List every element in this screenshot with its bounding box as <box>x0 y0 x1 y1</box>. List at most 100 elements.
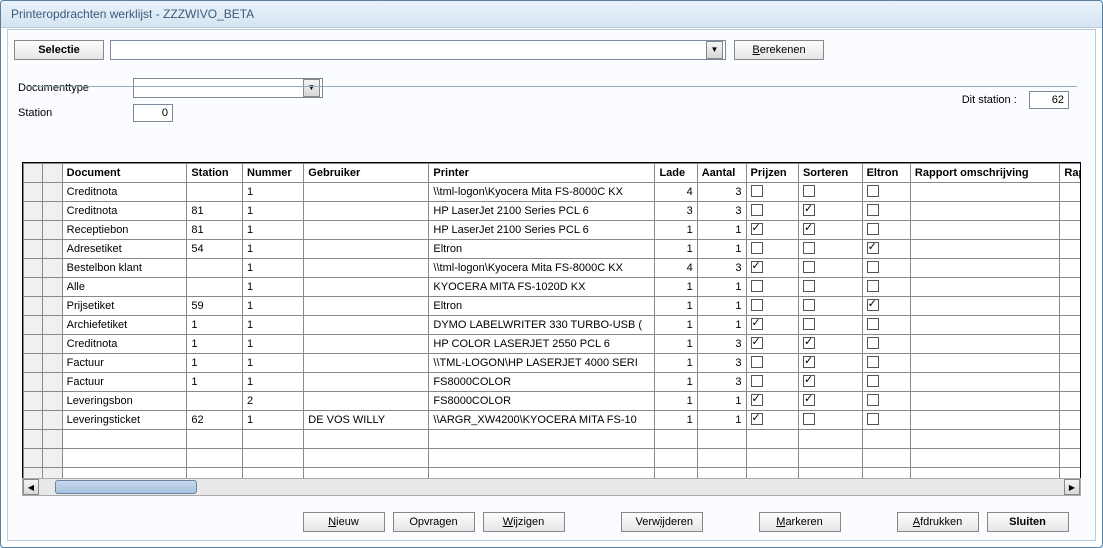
row-selector[interactable] <box>24 411 43 430</box>
cell-sorteren[interactable] <box>798 335 862 354</box>
table-row[interactable]: Prijsetiket591Eltron11 <box>24 297 1082 316</box>
checkbox[interactable] <box>867 356 879 368</box>
cell-aantal[interactable]: 3 <box>697 259 746 278</box>
station-input[interactable]: 0 <box>133 104 173 122</box>
cell-printer[interactable]: \\tml-logon\Kyocera Mita FS-8000C KX <box>429 259 655 278</box>
cell-gebruiker[interactable] <box>304 278 429 297</box>
scroll-right-icon[interactable]: ▶ <box>1064 479 1080 495</box>
cell-nummer[interactable]: 1 <box>243 354 304 373</box>
cell-printer[interactable]: \\ARGR_XW4200\KYOCERA MITA FS-10 <box>429 411 655 430</box>
checkbox[interactable] <box>803 299 815 311</box>
checkbox[interactable] <box>751 242 763 254</box>
row-selector[interactable] <box>43 354 62 373</box>
cell-aantal[interactable]: 1 <box>697 221 746 240</box>
cell-rapportna[interactable] <box>1060 373 1081 392</box>
cell-rapport[interactable] <box>910 411 1060 430</box>
cell-aantal[interactable]: 1 <box>697 278 746 297</box>
checkbox[interactable] <box>751 204 763 216</box>
checkbox[interactable] <box>751 413 763 425</box>
cell-rapport[interactable] <box>910 221 1060 240</box>
cell-prijzen[interactable] <box>746 202 798 221</box>
cell-nummer[interactable]: 1 <box>243 373 304 392</box>
checkbox[interactable] <box>867 223 879 235</box>
cell-eltron[interactable] <box>862 259 910 278</box>
cell-lade[interactable]: 1 <box>655 278 697 297</box>
cell-eltron[interactable] <box>862 316 910 335</box>
cell-prijzen[interactable] <box>746 392 798 411</box>
row-selector[interactable] <box>24 278 43 297</box>
checkbox[interactable] <box>867 261 879 273</box>
cell-lade[interactable]: 1 <box>655 240 697 259</box>
cell-rapportna[interactable] <box>1060 202 1081 221</box>
cell-gebruiker[interactable] <box>304 259 429 278</box>
cell-prijzen[interactable] <box>746 183 798 202</box>
cell-rapportna[interactable] <box>1060 392 1081 411</box>
cell-lade[interactable]: 1 <box>655 316 697 335</box>
cell-station[interactable]: 81 <box>187 221 243 240</box>
col-document[interactable]: Document <box>62 164 187 183</box>
table-row[interactable]: Factuur11FS8000COLOR13 <box>24 373 1082 392</box>
table-row[interactable]: Creditnota11HP COLOR LASERJET 2550 PCL 6… <box>24 335 1082 354</box>
cell-rapportna[interactable] <box>1060 278 1081 297</box>
cell-rapport[interactable] <box>910 335 1060 354</box>
checkbox[interactable] <box>803 337 815 349</box>
checkbox[interactable] <box>803 242 815 254</box>
cell-eltron[interactable] <box>862 278 910 297</box>
cell-rapportna[interactable] <box>1060 335 1081 354</box>
checkbox[interactable] <box>867 375 879 387</box>
checkbox[interactable] <box>803 318 815 330</box>
cell-lade[interactable]: 1 <box>655 354 697 373</box>
cell-aantal[interactable]: 3 <box>697 373 746 392</box>
cell-gebruiker[interactable] <box>304 221 429 240</box>
cell-sorteren[interactable] <box>798 221 862 240</box>
cell-sorteren[interactable] <box>798 183 862 202</box>
row-selector[interactable] <box>43 316 62 335</box>
row-selector[interactable] <box>43 221 62 240</box>
row-selector[interactable] <box>43 240 62 259</box>
data-grid[interactable]: DocumentStationNummerGebruikerPrinterLad… <box>22 162 1081 480</box>
checkbox[interactable] <box>751 318 763 330</box>
cell-document[interactable]: Alle <box>62 278 187 297</box>
checkbox[interactable] <box>803 394 815 406</box>
row-selector[interactable] <box>24 221 43 240</box>
table-row[interactable]: Bestelbon klant1\\tml-logon\Kyocera Mita… <box>24 259 1082 278</box>
row-selector[interactable] <box>43 183 62 202</box>
horizontal-scrollbar[interactable]: ◀ ▶ <box>22 478 1081 496</box>
cell-document[interactable]: Receptiebon <box>62 221 187 240</box>
cell-document[interactable]: Creditnota <box>62 183 187 202</box>
cell-aantal[interactable]: 1 <box>697 316 746 335</box>
cell-eltron[interactable] <box>862 373 910 392</box>
cell-sorteren[interactable] <box>798 411 862 430</box>
row-selector[interactable] <box>43 278 62 297</box>
cell-nummer[interactable]: 1 <box>243 259 304 278</box>
cell-prijzen[interactable] <box>746 297 798 316</box>
chevron-down-icon[interactable]: ▼ <box>706 41 723 59</box>
cell-gebruiker[interactable] <box>304 202 429 221</box>
cell-eltron[interactable] <box>862 297 910 316</box>
sluiten-button[interactable]: Sluiten <box>987 512 1069 532</box>
cell-nummer[interactable]: 1 <box>243 278 304 297</box>
checkbox[interactable] <box>867 280 879 292</box>
cell-station[interactable]: 1 <box>187 316 243 335</box>
checkbox[interactable] <box>867 413 879 425</box>
selectie-button[interactable]: Selectie <box>14 40 104 60</box>
berekenen-button[interactable]: Berekenen <box>734 40 824 60</box>
row-selector[interactable] <box>43 373 62 392</box>
cell-aantal[interactable]: 1 <box>697 297 746 316</box>
cell-nummer[interactable]: 1 <box>243 202 304 221</box>
table-row[interactable]: Adresetiket541Eltron11 <box>24 240 1082 259</box>
cell-rapportna[interactable] <box>1060 183 1081 202</box>
cell-rapport[interactable] <box>910 259 1060 278</box>
cell-aantal[interactable]: 3 <box>697 183 746 202</box>
scroll-thumb[interactable] <box>55 480 197 494</box>
cell-nummer[interactable]: 1 <box>243 411 304 430</box>
cell-gebruiker[interactable] <box>304 183 429 202</box>
checkbox[interactable] <box>803 280 815 292</box>
cell-document[interactable]: Adresetiket <box>62 240 187 259</box>
cell-gebruiker[interactable] <box>304 392 429 411</box>
col-rapportna[interactable]: Rapportna <box>1060 164 1081 183</box>
opvragen-button[interactable]: Opvragen <box>393 512 475 532</box>
row-selector[interactable] <box>24 354 43 373</box>
cell-gebruiker[interactable] <box>304 373 429 392</box>
table-row[interactable]: Creditnota811HP LaserJet 2100 Series PCL… <box>24 202 1082 221</box>
